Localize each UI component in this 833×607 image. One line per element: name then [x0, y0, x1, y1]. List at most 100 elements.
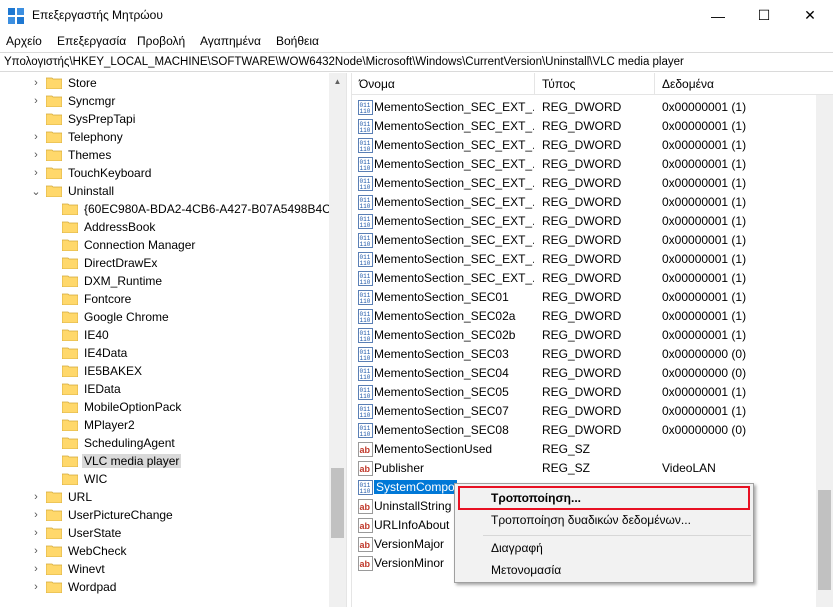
chevron-right-icon[interactable]: ›: [30, 506, 42, 524]
close-button[interactable]: ✕: [787, 0, 833, 31]
maximize-button[interactable]: ☐: [741, 0, 787, 31]
table-row[interactable]: 011 110 MementoSection_SEC_EXT_... REG_DWOR…: [352, 193, 833, 212]
chevron-right-icon[interactable]: ›: [30, 74, 42, 92]
table-row[interactable]: 011 110 MementoSection_SEC_EXT_... REG_DWOR…: [352, 212, 833, 231]
tree-item[interactable]: › Syncmgr: [30, 92, 117, 110]
tree-item[interactable]: IE4Data: [46, 344, 129, 362]
minimize-button[interactable]: —: [695, 0, 741, 31]
menu-item-rename[interactable]: Μετονομασία: [455, 559, 755, 581]
list-scrollbar[interactable]: [816, 95, 833, 607]
menu-favorites[interactable]: Αγαπημένα: [200, 34, 261, 48]
chevron-right-icon[interactable]: [46, 380, 58, 398]
chevron-right-icon[interactable]: [30, 110, 42, 128]
table-row[interactable]: 011 110 MementoSection_SEC08 REG_DWORD 0x000…: [352, 421, 833, 440]
chevron-down-icon[interactable]: ⌄: [30, 182, 42, 200]
menu-item-modify-binary[interactable]: Τροποποίηση δυαδικών δεδομένων...: [455, 509, 755, 531]
chevron-right-icon[interactable]: [46, 254, 58, 272]
menu-item-delete[interactable]: Διαγραφή: [455, 537, 755, 559]
chevron-right-icon[interactable]: [46, 308, 58, 326]
tree-item[interactable]: IE40: [46, 326, 111, 344]
tree-item[interactable]: WIC: [46, 470, 109, 488]
tree-item[interactable]: SchedulingAgent: [46, 434, 177, 452]
column-data-header[interactable]: Δεδομένα: [655, 73, 833, 95]
menu-help[interactable]: Βοήθεια: [276, 34, 319, 48]
menu-view[interactable]: Προβολή: [137, 34, 185, 48]
tree-item[interactable]: Connection Manager: [46, 236, 197, 254]
chevron-right-icon[interactable]: [46, 272, 58, 290]
tree-item[interactable]: MobileOptionPack: [46, 398, 183, 416]
tree-item[interactable]: Fontcore: [46, 290, 133, 308]
tree-item[interactable]: ⌄ Uninstall: [30, 182, 116, 200]
table-row[interactable]: 011 110 MementoSection_SEC02b REG_DWORD 0x00…: [352, 326, 833, 345]
table-row[interactable]: ab MementoSectionUsed REG_SZ: [352, 440, 833, 459]
tree-item[interactable]: DXM_Runtime: [46, 272, 164, 290]
chevron-right-icon[interactable]: [46, 236, 58, 254]
chevron-right-icon[interactable]: [46, 218, 58, 236]
tree-item[interactable]: › Wordpad: [30, 578, 118, 596]
chevron-right-icon[interactable]: [46, 362, 58, 380]
chevron-right-icon[interactable]: [46, 344, 58, 362]
chevron-right-icon[interactable]: [46, 470, 58, 488]
chevron-right-icon[interactable]: [46, 434, 58, 452]
tree-item[interactable]: DirectDrawEx: [46, 254, 159, 272]
tree-item[interactable]: › Telephony: [30, 128, 125, 146]
chevron-right-icon[interactable]: [46, 398, 58, 416]
chevron-right-icon[interactable]: [46, 416, 58, 434]
tree-item[interactable]: VLC media player: [46, 452, 182, 470]
table-row[interactable]: 011 110 MementoSection_SEC_EXT_... REG_DWOR…: [352, 136, 833, 155]
column-name-header[interactable]: Όνομα: [352, 73, 535, 95]
chevron-right-icon[interactable]: ›: [30, 578, 42, 596]
scroll-up-icon[interactable]: ▲: [329, 73, 346, 90]
chevron-right-icon[interactable]: ›: [30, 542, 42, 560]
value-type: REG_DWORD: [542, 309, 622, 323]
tree-item[interactable]: Google Chrome: [46, 308, 171, 326]
table-row[interactable]: 011 110 MementoSection_SEC02a REG_DWORD 0x00…: [352, 307, 833, 326]
tree-item[interactable]: {60EC980A-BDA2-4CB6-A427-B07A5498B4CA}: [46, 200, 345, 218]
chevron-right-icon[interactable]: ›: [30, 488, 42, 506]
chevron-right-icon[interactable]: ›: [30, 164, 42, 182]
menu-edit[interactable]: Επεξεργασία: [57, 34, 126, 48]
chevron-right-icon[interactable]: ›: [30, 128, 42, 146]
tree-item[interactable]: › Store: [30, 74, 99, 92]
table-row[interactable]: 011 110 MementoSection_SEC05 REG_DWORD 0x000…: [352, 383, 833, 402]
table-row[interactable]: 011 110 MementoSection_SEC07 REG_DWORD 0x000…: [352, 402, 833, 421]
address-bar[interactable]: Υπολογιστής\HKEY_LOCAL_MACHINE\SOFTWARE\…: [0, 52, 833, 72]
table-row[interactable]: 011 110 MementoSection_SEC_EXT_... REG_DWOR…: [352, 174, 833, 193]
table-row[interactable]: 011 110 MementoSection_SEC_EXT_... REG_DWOR…: [352, 231, 833, 250]
menu-file[interactable]: Αρχείο: [6, 34, 42, 48]
tree-item[interactable]: SysPrepTapi: [30, 110, 137, 128]
column-type-header[interactable]: Τύπος: [535, 73, 655, 95]
table-row[interactable]: 011 110 MementoSection_SEC_EXT_... REG_DWOR…: [352, 117, 833, 136]
title-bar[interactable]: Επεξεργαστής Μητρώου — ☐ ✕: [0, 0, 833, 31]
list-scroll-thumb[interactable]: [818, 490, 831, 590]
table-row[interactable]: 011 110 MementoSection_SEC_EXT_... REG_DWOR…: [352, 269, 833, 288]
chevron-right-icon[interactable]: [46, 326, 58, 344]
tree-item[interactable]: IE5BAKEX: [46, 362, 144, 380]
tree-item[interactable]: IEData: [46, 380, 123, 398]
tree-scroll-thumb[interactable]: [331, 468, 344, 538]
table-row[interactable]: 011 110 MementoSection_SEC01 REG_DWORD 0x000…: [352, 288, 833, 307]
tree-item[interactable]: AddressBook: [46, 218, 157, 236]
chevron-right-icon[interactable]: ›: [30, 524, 42, 542]
chevron-right-icon[interactable]: [46, 290, 58, 308]
tree-item[interactable]: › WebCheck: [30, 542, 128, 560]
tree-item[interactable]: › URL: [30, 488, 94, 506]
table-row[interactable]: 011 110 MementoSection_SEC04 REG_DWORD 0x000…: [352, 364, 833, 383]
chevron-right-icon[interactable]: ›: [30, 146, 42, 164]
tree-item[interactable]: › UserPictureChange: [30, 506, 175, 524]
chevron-right-icon[interactable]: [46, 200, 58, 218]
table-row[interactable]: 011 110 MementoSection_SEC_EXT_... REG_DWOR…: [352, 250, 833, 269]
tree-item[interactable]: › TouchKeyboard: [30, 164, 153, 182]
tree-item[interactable]: › Winevt: [30, 560, 107, 578]
table-row[interactable]: 011 110 MementoSection_SEC03 REG_DWORD 0x000…: [352, 345, 833, 364]
tree-scrollbar[interactable]: ▲: [329, 73, 346, 607]
tree-item[interactable]: MPlayer2: [46, 416, 137, 434]
table-row[interactable]: 011 110 MementoSection_SEC_EXT_... REG_DWOR…: [352, 155, 833, 174]
tree-item[interactable]: › Themes: [30, 146, 113, 164]
chevron-right-icon[interactable]: [46, 452, 58, 470]
chevron-right-icon[interactable]: ›: [30, 560, 42, 578]
tree-item[interactable]: › UserState: [30, 524, 123, 542]
table-row[interactable]: ab Publisher REG_SZ VideoLAN: [352, 459, 833, 478]
table-row[interactable]: 011 110 MementoSection_SEC_EXT_... REG_DWOR…: [352, 98, 833, 117]
chevron-right-icon[interactable]: ›: [30, 92, 42, 110]
